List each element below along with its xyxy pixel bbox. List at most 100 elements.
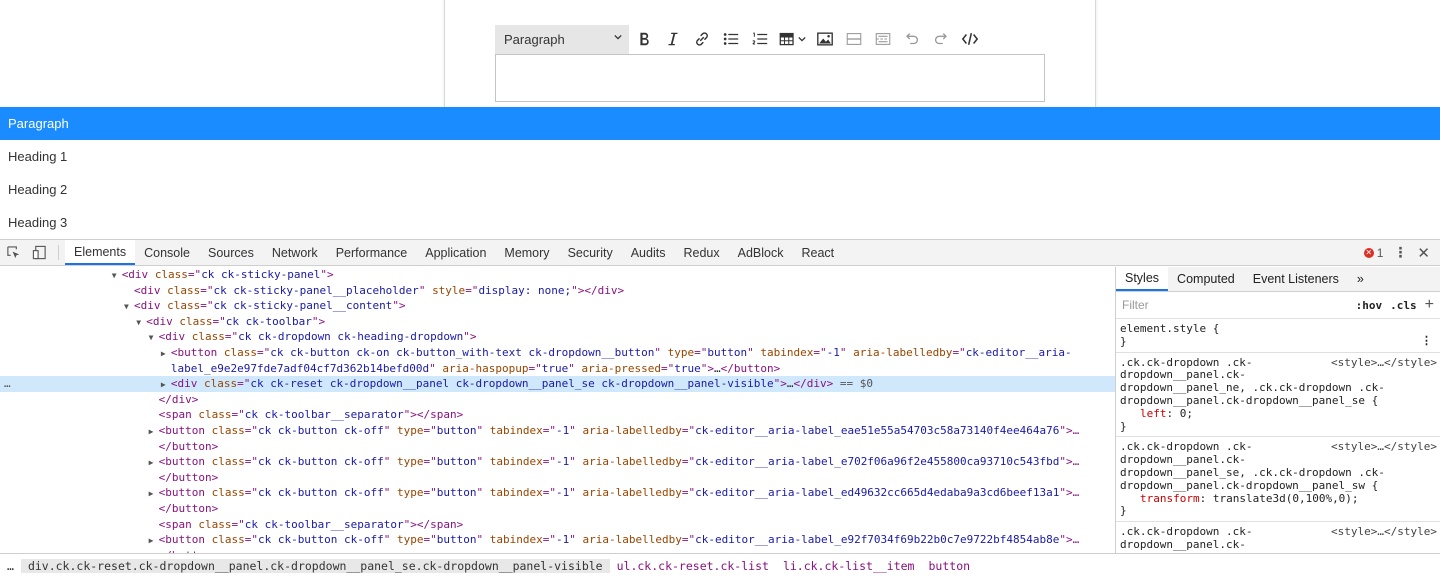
hover-state-toggle[interactable]: :hov	[1356, 299, 1383, 312]
error-counter[interactable]: ✕ 1	[1363, 246, 1383, 260]
expand-closed-icon[interactable]: ▶	[149, 486, 159, 502]
dom-node-line[interactable]: … ▶ <div class="ck ck-reset ck-dropdown__p…	[0, 376, 1115, 392]
heading-option-paragraph[interactable]: Paragraph	[0, 107, 1440, 140]
tab-security[interactable]: Security	[559, 240, 622, 265]
dom-token: ">	[700, 361, 714, 375]
breadcrumb-item[interactable]: ul.ck.ck-reset.ck-list	[610, 559, 776, 573]
dom-token: ="	[187, 268, 202, 281]
dom-node-line[interactable]: </button>	[0, 501, 1115, 517]
expand-open-icon[interactable]: ▼	[136, 315, 146, 331]
insert-image-button[interactable]	[810, 25, 839, 54]
breadcrumb-item[interactable]: div.ck.ck-reset.ck-dropdown__panel.ck-dr…	[20, 559, 610, 573]
expand-closed-icon[interactable]: ▶	[149, 455, 159, 471]
dom-token: class	[191, 330, 225, 344]
heading-option-heading-3[interactable]: Heading 3	[0, 206, 1440, 239]
dom-token: <button	[170, 345, 224, 359]
rule-source-link[interactable]: <style>…</style>	[1331, 441, 1437, 454]
style-rule: <style>…</style> .ck.ck-dropdown .ck-drop…	[1116, 353, 1440, 438]
dom-token: "	[476, 486, 490, 500]
tab-adblock[interactable]: AdBlock	[729, 240, 793, 265]
more-options-icon[interactable]: ⋮	[1393, 244, 1407, 261]
expand-closed-icon[interactable]: ▶	[161, 346, 171, 362]
redo-button[interactable]	[926, 25, 955, 54]
inspect-element-button[interactable]	[0, 240, 26, 265]
dom-node-line[interactable]: ▼ <div class="ck ck-sticky-panel">	[0, 267, 1115, 283]
tab-console[interactable]: Console	[135, 240, 199, 265]
tab-application[interactable]: Application	[416, 240, 495, 265]
rule-source-link[interactable]: <style>…</style>	[1331, 525, 1437, 539]
tab-computed[interactable]: Computed	[1168, 267, 1244, 291]
heading-option-heading-1[interactable]: Heading 1	[0, 140, 1440, 173]
dom-node-line[interactable]: ▶ <button class="ck ck-button ck-on ck-bu…	[0, 345, 1115, 361]
tab-styles[interactable]: Styles	[1116, 267, 1169, 291]
dom-token: "	[568, 361, 582, 375]
dom-token: </div>	[158, 392, 199, 406]
dom-node-line[interactable]: <span class="ck ck-toolbar__separator"><…	[0, 517, 1115, 533]
dom-node-line[interactable]: ▶ <button class="ck ck-button ck-off" typ…	[0, 454, 1115, 470]
device-toolbar-button[interactable]	[26, 240, 52, 265]
styles-filter-input[interactable]: Filter	[1122, 298, 1348, 312]
expand-open-icon[interactable]: ▼	[112, 268, 122, 284]
tab-redux[interactable]: Redux	[674, 240, 728, 265]
dom-token: ="	[244, 533, 258, 547]
breadcrumb-item[interactable]: li.ck.ck-list__item	[776, 559, 922, 573]
dom-node-line[interactable]: </button>	[0, 470, 1115, 486]
heading-dropdown-button[interactable]: Paragraph	[495, 24, 629, 54]
tab-memory[interactable]: Memory	[495, 240, 558, 265]
node-actions-icon[interactable]: …	[4, 376, 11, 392]
rule-property[interactable]: left: 0;	[1120, 407, 1436, 421]
rule-property[interactable]: transform: translate3d(0,100%,0);	[1120, 492, 1436, 506]
breadcrumb-item[interactable]: button	[922, 559, 978, 573]
breadcrumb-item[interactable]: …	[0, 559, 21, 573]
dom-node-line[interactable]: </button>	[0, 439, 1115, 455]
bold-button[interactable]	[629, 25, 658, 54]
dom-node-line[interactable]: ▼ <div class="ck ck-toolbar">	[0, 314, 1115, 330]
dom-node-line[interactable]: label_e9e2e97fde7adf04cf7d362b14befd00d"…	[0, 361, 1115, 377]
style-rule: <style>…</style> .ck.ck-dropdown .ck-drop…	[1116, 437, 1440, 523]
source-editing-button[interactable]	[955, 25, 984, 54]
bulleted-list-button[interactable]	[716, 25, 745, 54]
expand-open-icon[interactable]: ▼	[149, 330, 159, 346]
expand-closed-icon[interactable]: ▶	[149, 533, 159, 549]
italic-button[interactable]	[658, 25, 687, 54]
horizontal-line-button[interactable]	[839, 25, 868, 54]
tab-network[interactable]: Network	[263, 240, 327, 265]
insert-table-button[interactable]	[774, 25, 810, 54]
elements-dom-tree[interactable]: ▼ <div class="ck ck-sticky-panel"> <div cl…	[0, 267, 1115, 553]
tab-sources[interactable]: Sources	[199, 240, 263, 265]
dom-node-line[interactable]: </div>	[0, 392, 1115, 408]
expand-closed-icon[interactable]: ▶	[161, 377, 171, 393]
editor-toolbar: Paragraph	[495, 24, 1045, 54]
dom-token: "></div>	[571, 283, 625, 297]
rule-source-link[interactable]: <style>…</style>	[1331, 356, 1437, 370]
tab-elements[interactable]: Elements	[65, 240, 136, 265]
add-rule-icon[interactable]: +	[1425, 296, 1434, 314]
dom-node-line[interactable]: ▼ <div class="ck ck-sticky-panel__content…	[0, 298, 1115, 314]
close-icon[interactable]: ✕	[1417, 244, 1430, 262]
dom-node-line[interactable]: ▶ <button class="ck ck-button ck-off" typ…	[0, 485, 1115, 501]
tab-audits[interactable]: Audits	[622, 240, 675, 265]
page-break-button[interactable]	[868, 25, 897, 54]
heading-option-heading-2[interactable]: Heading 2	[0, 173, 1440, 206]
rule-selector: dropdown__panel_se, .ck.ck-dropdown .ck-	[1120, 465, 1385, 479]
undo-button[interactable]	[897, 25, 926, 54]
expand-open-icon[interactable]: ▼	[124, 299, 134, 315]
tab-performance[interactable]: Performance	[327, 240, 417, 265]
dom-token: ="	[231, 517, 245, 531]
more-options-icon[interactable]: ⋮	[1421, 334, 1432, 348]
dom-node-line[interactable]: <div class="ck ck-sticky-panel__placehol…	[0, 283, 1115, 299]
editor-content-area[interactable]	[495, 54, 1045, 102]
dom-node-line[interactable]: ▶ <button class="ck ck-button ck-off" typ…	[0, 532, 1115, 548]
styles-pane: Styles Computed Event Listeners » Filter…	[1115, 267, 1440, 553]
dom-node-line[interactable]: ▼ <div class="ck ck-dropdown ck-heading-d…	[0, 329, 1115, 345]
class-toggle[interactable]: .cls	[1390, 299, 1417, 312]
more-tabs-button[interactable]: »	[1348, 267, 1373, 291]
dom-node-line[interactable]: <span class="ck ck-toolbar__separator"><…	[0, 407, 1115, 423]
dom-node-line[interactable]: ▶ <button class="ck ck-button ck-off" typ…	[0, 423, 1115, 439]
expand-closed-icon[interactable]: ▶	[149, 424, 159, 440]
dom-token: ="	[244, 486, 258, 500]
numbered-list-button[interactable]	[745, 25, 774, 54]
tab-react[interactable]: React	[792, 240, 843, 265]
link-button[interactable]	[687, 25, 716, 54]
tab-event-listeners[interactable]: Event Listeners	[1244, 267, 1348, 291]
